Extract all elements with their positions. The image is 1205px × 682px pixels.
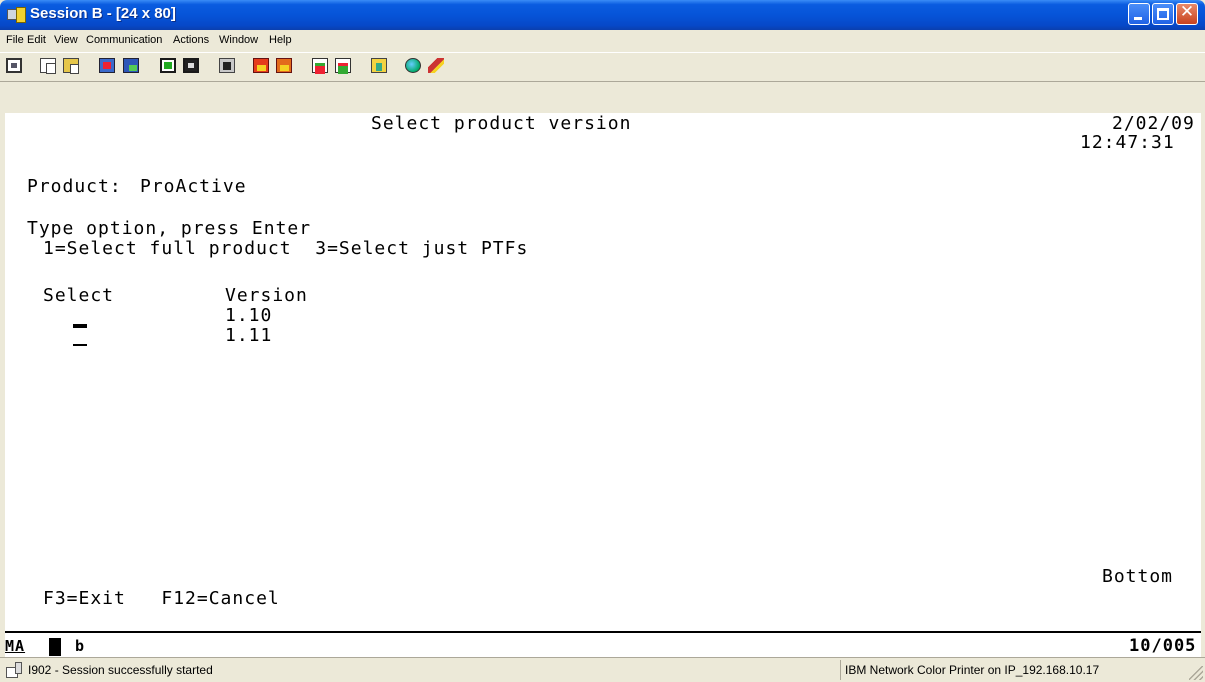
version-row-1: 1.10 — [225, 305, 273, 326]
select-input-row-1[interactable] — [73, 324, 87, 328]
display-session-icon — [312, 58, 328, 74]
menu-window[interactable]: Window — [219, 34, 258, 46]
globe-icon — [405, 58, 421, 73]
menu-communication[interactable]: Communication — [86, 34, 162, 46]
column-header-version: Version — [225, 285, 308, 306]
status-message: I902 - Session successfully started — [28, 663, 213, 677]
toolbar — [0, 53, 1205, 82]
send-file-button[interactable] — [96, 56, 118, 76]
help-globe-button[interactable] — [402, 56, 424, 76]
column-header-select: Select — [43, 285, 115, 306]
minimize-icon — [1134, 17, 1142, 20]
display-session-2-icon — [335, 58, 351, 74]
menu-view[interactable]: View — [54, 34, 78, 46]
clipboard-icon — [371, 58, 387, 73]
function-keys: F3=Exit F12=Cancel — [43, 588, 280, 609]
close-icon: ✕ — [1179, 2, 1195, 22]
resize-grip-icon[interactable] — [1189, 666, 1203, 680]
receive-file-button[interactable] — [120, 56, 142, 76]
product-value: ProActive — [140, 176, 247, 197]
play-macro-icon — [253, 58, 269, 73]
more-indicator: Bottom — [1102, 566, 1174, 587]
display-session-2-button[interactable] — [332, 56, 354, 76]
macro-button[interactable] — [216, 56, 238, 76]
copy-icon — [40, 58, 56, 74]
print-screen-icon — [6, 58, 22, 73]
oia-cursor-block — [49, 638, 61, 656]
options-legend: 1=Select full product 3=Select just PTFs — [43, 238, 529, 259]
display-session-button[interactable] — [309, 56, 331, 76]
record-macro-button[interactable] — [273, 56, 295, 76]
display-keypad-icon — [160, 58, 176, 73]
maximize-icon — [1157, 8, 1169, 20]
paste-icon — [63, 58, 79, 74]
printer-status: IBM Network Color Printer on IP_192.168.… — [845, 663, 1100, 677]
display-color-icon — [183, 58, 199, 73]
version-row-2: 1.11 — [225, 325, 273, 346]
print-screen-button[interactable] — [3, 56, 25, 76]
menu-bar: File Edit View Communication Actions Win… — [0, 30, 1205, 53]
title-bar[interactable]: Session B - [24 x 80] ✕ — [0, 0, 1205, 30]
copy-button[interactable] — [37, 56, 59, 76]
operator-information-area: MA b 10/005 — [5, 631, 1201, 658]
send-file-icon — [99, 58, 115, 73]
emulator-window: Session B - [24 x 80] ✕ File Edit View C… — [0, 0, 1205, 682]
window-title: Session B - [24 x 80] — [30, 5, 176, 22]
instruction-text: Type option, press Enter — [27, 218, 312, 239]
minimize-button[interactable] — [1128, 3, 1150, 25]
menu-file[interactable]: File — [6, 34, 24, 46]
close-button[interactable]: ✕ — [1176, 2, 1198, 25]
record-macro-icon — [276, 58, 292, 73]
pencil-button[interactable] — [425, 56, 447, 76]
terminal-screen[interactable]: Select product version 2/02/09 12:47:31 … — [5, 113, 1201, 631]
maximize-button[interactable] — [1152, 3, 1174, 25]
macro-icon — [219, 58, 235, 73]
oia-mode: MA — [5, 637, 26, 655]
session-app-icon[interactable] — [7, 7, 27, 23]
oia-indicator: b — [75, 637, 86, 655]
screen-time: 12:47:31 — [1080, 132, 1175, 153]
paste-button[interactable] — [60, 56, 82, 76]
menu-help[interactable]: Help — [269, 34, 292, 46]
session-status-icon — [6, 662, 22, 678]
select-input-row-2[interactable] — [73, 344, 87, 346]
cursor-position: 10/005 — [1129, 636, 1197, 656]
menu-edit[interactable]: Edit — [27, 34, 46, 46]
product-label: Product: — [27, 176, 122, 197]
receive-file-icon — [123, 58, 139, 73]
play-macro-button[interactable] — [250, 56, 272, 76]
menu-actions[interactable]: Actions — [173, 34, 209, 46]
pencil-icon — [428, 58, 444, 73]
status-bar: I902 - Session successfully started IBM … — [0, 657, 1205, 682]
color-button[interactable] — [180, 56, 202, 76]
clipboard-button[interactable] — [368, 56, 390, 76]
screen-title: Select product version — [371, 113, 632, 134]
screen-date: 2/02/09 — [1112, 113, 1195, 134]
keypad-button[interactable] — [157, 56, 179, 76]
